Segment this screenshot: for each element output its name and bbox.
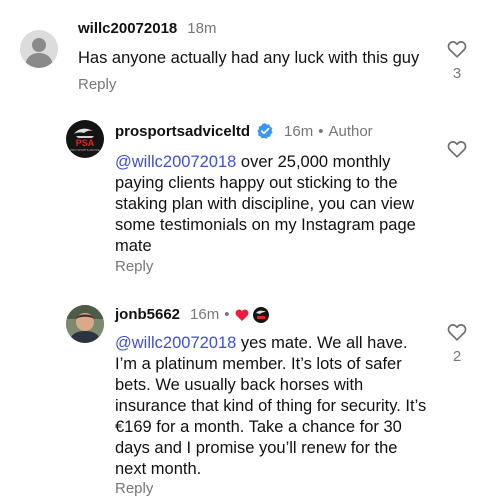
psa-mini-logo-icon bbox=[256, 310, 267, 319]
user-photo-avatar[interactable] bbox=[66, 305, 104, 343]
heart-outline-icon[interactable] bbox=[446, 138, 468, 160]
psa-logo-icon: PSA PRO SPORTS ADVICE bbox=[67, 121, 103, 157]
author-label: Author bbox=[328, 122, 373, 140]
reply-button[interactable]: Reply bbox=[115, 480, 153, 497]
heart-filled-icon bbox=[236, 309, 249, 321]
person-photo-icon bbox=[66, 305, 104, 343]
comment-text: Has anyone actually had any luck with th… bbox=[78, 49, 420, 67]
svg-text:PRO SPORTS ADVICE: PRO SPORTS ADVICE bbox=[70, 148, 99, 152]
comment-username[interactable]: prosportsadviceltd bbox=[115, 123, 250, 140]
person-icon bbox=[25, 38, 53, 68]
psa-logo-avatar[interactable]: PSA PRO SPORTS ADVICE bbox=[66, 120, 104, 158]
mention-link[interactable]: @willc20072018 bbox=[115, 334, 236, 352]
comment-willc20072018: willc20072018 18m Has anyone actually ha… bbox=[0, 0, 490, 100]
comment-jonb5662: jonb5662 16m • @willc20072018 yes mate. … bbox=[0, 300, 490, 500]
like-count: 3 bbox=[452, 65, 462, 82]
mention-link[interactable]: @willc20072018 bbox=[115, 153, 236, 171]
comment-username[interactable]: jonb5662 bbox=[115, 306, 180, 323]
like-count: 2 bbox=[452, 348, 462, 365]
separator-dot: • bbox=[318, 122, 324, 140]
default-avatar[interactable] bbox=[20, 30, 58, 68]
verified-badge-icon bbox=[257, 123, 273, 139]
separator-dot: • bbox=[224, 306, 230, 323]
heart-outline-icon[interactable] bbox=[446, 321, 468, 343]
comment-text: @willc20072018 over 25,000 monthly payin… bbox=[115, 152, 430, 257]
comment-time: 16m bbox=[284, 122, 314, 140]
svg-text:PSA: PSA bbox=[76, 138, 95, 148]
creator-avatar-mini bbox=[253, 306, 270, 323]
comment-username[interactable]: willc20072018 bbox=[78, 20, 177, 37]
comment-time: 18m bbox=[187, 20, 217, 37]
comment-time: 16m bbox=[190, 306, 220, 323]
heart-outline-icon[interactable] bbox=[446, 38, 468, 60]
comment-prosportsadviceltd: PSA PRO SPORTS ADVICE prosportsadviceltd… bbox=[0, 100, 490, 300]
reply-button[interactable]: Reply bbox=[115, 258, 153, 275]
reply-button[interactable]: Reply bbox=[78, 76, 116, 93]
comment-body: yes mate. We all have. I’m a platinum me… bbox=[115, 334, 427, 478]
comment-text: @willc20072018 yes mate. We all have. I’… bbox=[115, 333, 433, 480]
